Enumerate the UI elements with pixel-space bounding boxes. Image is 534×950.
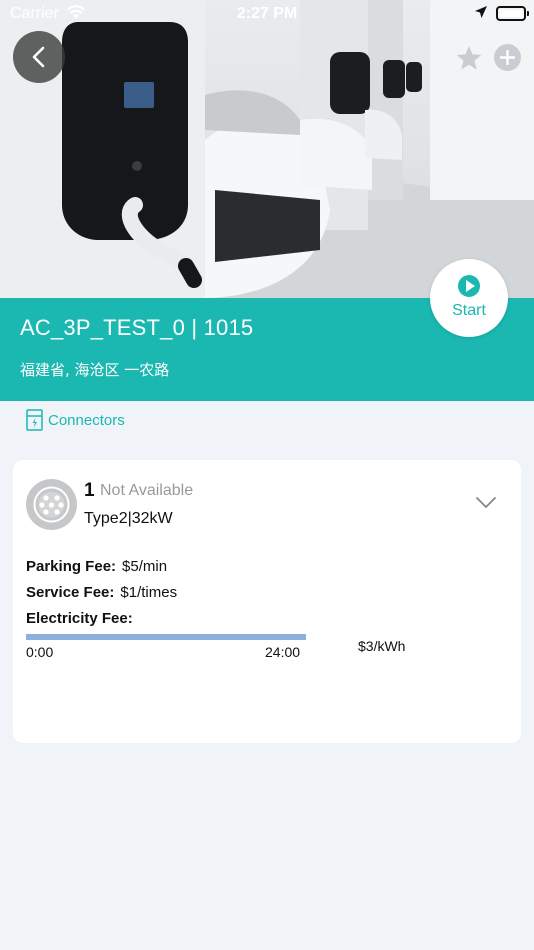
electricity-fee-row: Electricity Fee: bbox=[26, 610, 139, 627]
electricity-timebar bbox=[26, 634, 306, 640]
service-fee-value: $1/times bbox=[120, 584, 178, 601]
battery-icon bbox=[496, 6, 526, 21]
electricity-fee-label: Electricity Fee: bbox=[26, 610, 133, 627]
status-bar: Carrier 2:27 PM bbox=[0, 0, 534, 28]
service-fee-row: Service Fee: $1/times bbox=[26, 584, 177, 601]
start-button[interactable]: Start bbox=[430, 259, 508, 337]
station-title: AC_3P_TEST_0 | 1015 bbox=[20, 315, 254, 340]
type2-plug-icon bbox=[26, 479, 77, 530]
chevron-left-icon bbox=[32, 46, 45, 68]
electricity-rate: $3/kWh bbox=[358, 638, 406, 654]
chevron-down-icon[interactable] bbox=[475, 496, 497, 510]
station-photo bbox=[0, 0, 534, 298]
clock: 2:27 PM bbox=[236, 5, 298, 22]
parking-fee-value: $5/min bbox=[122, 558, 168, 575]
play-icon bbox=[458, 275, 480, 297]
parking-fee-label: Parking Fee: bbox=[26, 558, 117, 575]
add-button[interactable] bbox=[494, 44, 521, 71]
tab-connectors[interactable]: Connectors bbox=[26, 409, 125, 431]
star-icon bbox=[456, 46, 482, 70]
plus-icon bbox=[500, 50, 515, 65]
start-label: Start bbox=[452, 302, 486, 319]
timebar-end-label: 24:00 bbox=[265, 644, 301, 660]
connector-number: 1 bbox=[84, 480, 95, 501]
connector-type: Type2|32kW bbox=[84, 510, 173, 527]
favorite-button[interactable] bbox=[455, 44, 483, 72]
station-address: 福建省, 海沧区 一农路 bbox=[20, 361, 170, 379]
parking-fee-row: Parking Fee: $5/min bbox=[26, 558, 167, 575]
location-arrow-icon bbox=[474, 5, 488, 24]
timebar-start-label: 0:00 bbox=[26, 644, 54, 660]
service-fee-label: Service Fee: bbox=[26, 584, 115, 601]
tab-connectors-label: Connectors bbox=[48, 411, 125, 429]
battery-tip bbox=[527, 11, 529, 16]
station-photo-illustration bbox=[0, 0, 534, 298]
charger-icon bbox=[26, 409, 43, 431]
back-button[interactable] bbox=[13, 31, 65, 83]
connector-card: 1 Not Available Type2|32kW Parking Fee: $… bbox=[13, 460, 521, 743]
connector-status: Not Available bbox=[100, 482, 194, 499]
